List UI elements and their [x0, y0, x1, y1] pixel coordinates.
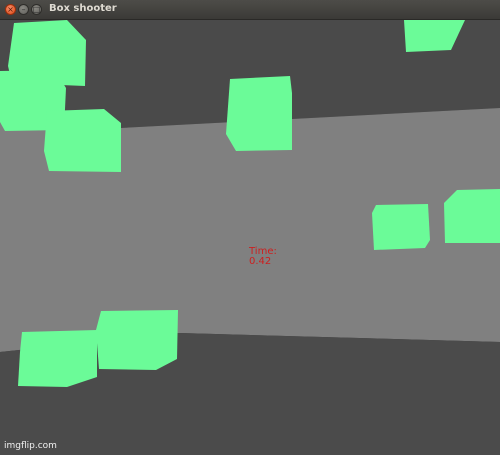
target-box[interactable] [444, 189, 500, 243]
target-box[interactable] [18, 330, 97, 387]
scene-canvas [0, 20, 500, 455]
target-box[interactable] [96, 310, 178, 370]
close-icon[interactable]: × [5, 4, 16, 15]
watermark-text: imgflip.com [4, 441, 57, 451]
target-box[interactable] [226, 76, 292, 151]
timer-value: 0.42 [249, 256, 272, 267]
window-title: Box shooter [49, 3, 117, 14]
timer-hud: Time: 0.42 [249, 247, 277, 267]
target-box[interactable] [44, 109, 121, 172]
game-viewport[interactable]: Time: 0.42 [0, 20, 500, 455]
maximize-icon[interactable]: □ [31, 4, 42, 15]
target-box[interactable] [372, 204, 430, 250]
minimize-icon[interactable]: – [18, 4, 29, 15]
game-window: × – □ Box shooter Time: 0.42 imgflip.com [0, 0, 500, 455]
window-titlebar[interactable]: × – □ Box shooter [0, 0, 500, 20]
